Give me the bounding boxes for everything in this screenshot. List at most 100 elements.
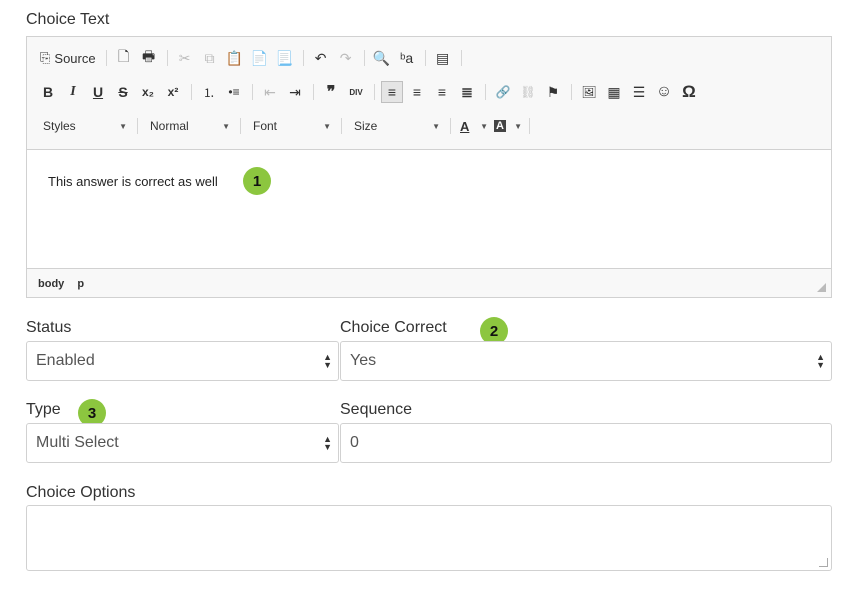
copy-button[interactable]: ⧉ [199, 47, 221, 69]
subscript-icon: x₂ [141, 85, 154, 99]
unlink-button[interactable]: ⛓ [517, 81, 539, 103]
blockquote-icon: ❞ [326, 84, 336, 101]
choice-options-textarea[interactable] [26, 505, 832, 571]
justify-button[interactable]: ≣ [456, 81, 478, 103]
editor-content-area[interactable]: This answer is correct as well [27, 150, 831, 268]
copy-icon: ⧉ [204, 49, 215, 66]
indent-button[interactable]: ⇥ [284, 81, 306, 103]
subscript-button[interactable]: x₂ [137, 81, 159, 103]
smiley-icon: ☺ [655, 83, 673, 100]
paste-word-button[interactable]: 📃 [274, 47, 296, 69]
horizontal-line-button[interactable]: ☰ [628, 81, 650, 103]
image-button[interactable]: 🖼 [578, 81, 600, 103]
editor-toolbar: ⎘ Source 🗋 🖶 ✂ ⧉ 📋 📄 📃 ↶ ↷ 🔍 ᵇa ▤ B I U … [27, 37, 831, 150]
choice-correct-select[interactable]: Yes ▲ ▼ [340, 341, 832, 381]
editor-status-bar: body p [27, 268, 831, 297]
separator [485, 84, 486, 100]
print-button[interactable]: 🖶 [138, 47, 160, 69]
status-select[interactable]: Enabled ▲ ▼ [26, 341, 339, 381]
bg-color-icon: A [494, 120, 506, 132]
preview-button[interactable]: 🗋 [113, 47, 135, 69]
format-combo-label: Normal [150, 119, 189, 133]
bg-color-button[interactable]: A ▼ [491, 115, 525, 137]
blockquote-button[interactable]: ❞ [320, 81, 342, 103]
type-select[interactable]: Multi Select ▲ ▼ [26, 423, 339, 463]
align-right-button[interactable]: ≡ [431, 81, 453, 103]
superscript-button[interactable]: x² [162, 81, 184, 103]
resize-handle[interactable] [817, 283, 826, 292]
bulleted-list-icon: •≡ [228, 85, 240, 99]
sequence-input[interactable]: 0 [340, 423, 832, 463]
separator [374, 84, 375, 100]
select-arrows-icon: ▲ ▼ [323, 352, 332, 370]
font-combo[interactable]: Font ▼ [247, 115, 337, 137]
indent-icon: ⇥ [289, 83, 301, 100]
choice-correct-label: Choice Correct [340, 319, 447, 336]
link-button[interactable]: 🔗 [492, 81, 514, 103]
outdent-button[interactable]: ⇤ [259, 81, 281, 103]
strikethrough-icon: S [118, 84, 128, 100]
source-button[interactable]: ⎘ Source [37, 47, 99, 69]
print-icon: 🖶 [142, 48, 156, 64]
separator [450, 118, 451, 134]
path-item-p[interactable]: p [77, 278, 84, 290]
show-blocks-button[interactable]: ▤ [432, 47, 454, 69]
toolbar-row-2: B I U S x₂ x² ⒈ •≡ ⇤ ⇥ ❞ DIV ≡ ≡ ≡ ≣ 🔗 ⛓… [37, 80, 703, 104]
justify-icon: ≣ [461, 83, 473, 100]
align-left-icon: ≡ [387, 84, 397, 100]
cut-button[interactable]: ✂ [174, 47, 196, 69]
numbered-list-button[interactable]: ⒈ [198, 81, 220, 103]
superscript-icon: x² [167, 85, 179, 99]
chevron-down-icon: ▼ [432, 121, 440, 131]
toolbar-row-3: Styles ▼ Normal ▼ Font ▼ Size ▼ A ▼ A ▼ [37, 114, 536, 138]
table-button[interactable]: ▦ [603, 81, 625, 103]
select-arrows-icon: ▲ ▼ [816, 352, 825, 370]
styles-combo[interactable]: Styles ▼ [37, 115, 133, 137]
paste-word-icon: 📃 [275, 49, 294, 66]
styles-combo-label: Styles [43, 119, 76, 133]
table-icon: ▦ [607, 83, 621, 100]
horizontal-line-icon: ☰ [632, 83, 646, 100]
separator [363, 50, 365, 66]
choice-options-label: Choice Options [26, 484, 136, 501]
find-button[interactable]: 🔍 [371, 47, 393, 69]
separator [105, 50, 107, 66]
separator [191, 84, 192, 100]
chevron-down-icon: ▼ [323, 121, 331, 131]
italic-icon: I [70, 84, 76, 99]
bulleted-list-button[interactable]: •≡ [223, 81, 245, 103]
annotation-badge-1: 1 [243, 167, 271, 195]
editor-content-text[interactable]: This answer is correct as well [48, 174, 218, 189]
size-combo-label: Size [354, 119, 378, 133]
align-left-button[interactable]: ≡ [381, 81, 403, 103]
find-icon: 🔍 [372, 49, 391, 66]
paste-text-button[interactable]: 📄 [249, 47, 271, 69]
underline-icon: U [92, 84, 104, 100]
smiley-button[interactable]: ☺ [653, 81, 675, 103]
replace-button[interactable]: ᵇa [396, 47, 418, 69]
choice-correct-select-value: Yes [350, 352, 377, 369]
underline-button[interactable]: U [87, 81, 109, 103]
unlink-icon: ⛓ [520, 85, 536, 99]
strikethrough-button[interactable]: S [112, 81, 134, 103]
anchor-flag-icon: ⚑ [546, 83, 560, 100]
text-color-button[interactable]: A ▼ [457, 115, 491, 137]
undo-button[interactable]: ↶ [310, 47, 332, 69]
create-div-button[interactable]: DIV [345, 81, 367, 103]
status-label: Status [26, 319, 72, 336]
redo-button[interactable]: ↷ [335, 47, 357, 69]
replace-icon: ᵇa [400, 50, 414, 66]
size-combo[interactable]: Size ▼ [348, 115, 446, 137]
align-center-button[interactable]: ≡ [406, 81, 428, 103]
italic-button[interactable]: I [62, 81, 84, 103]
path-item-body[interactable]: body [38, 278, 64, 290]
special-char-button[interactable]: Ω [678, 81, 700, 103]
anchor-button[interactable]: ⚑ [542, 81, 564, 103]
undo-icon: ↶ [314, 49, 327, 66]
bold-button[interactable]: B [37, 81, 59, 103]
numbered-list-icon: ⒈ [202, 85, 215, 100]
paste-button[interactable]: 📋 [224, 47, 246, 69]
textarea-resize-grip[interactable] [819, 558, 828, 567]
format-combo[interactable]: Normal ▼ [144, 115, 236, 137]
chevron-down-icon: ▼ [480, 121, 488, 131]
